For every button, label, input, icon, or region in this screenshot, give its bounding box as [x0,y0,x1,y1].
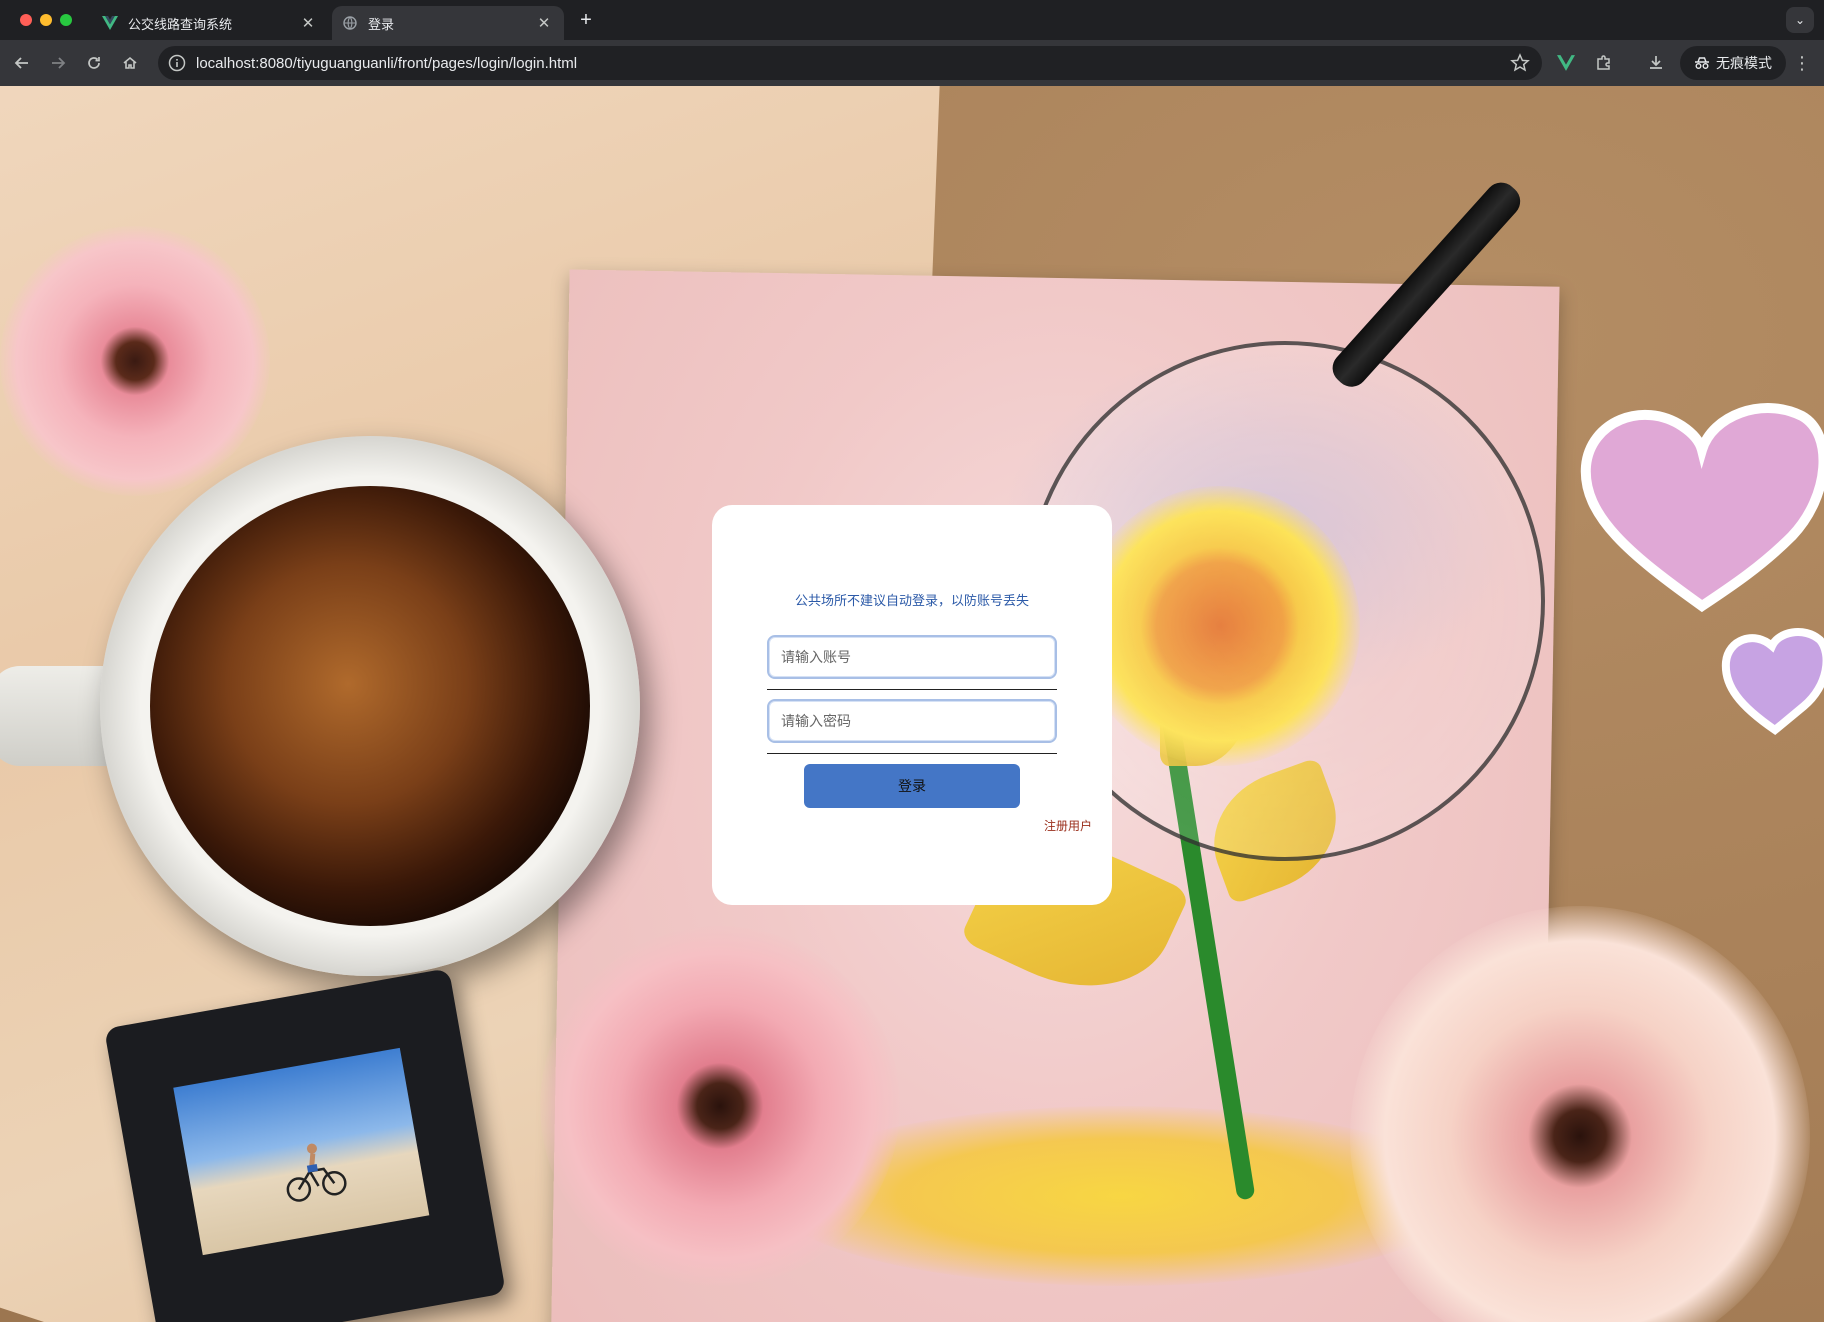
tab-bar: 公交线路查询系统 ✕ 登录 ✕ + ⌄ [0,0,1824,40]
info-icon[interactable] [168,54,186,72]
register-link[interactable]: 注册用户 [1044,817,1092,834]
close-tab-icon[interactable]: ✕ [532,14,556,32]
reload-icon[interactable] [82,51,106,75]
arrow-left-icon[interactable] [10,51,34,75]
tab-label: 登录 [368,16,395,32]
tab-search-icon[interactable]: ⌄ [1786,7,1814,33]
input-underline [767,753,1057,754]
home-icon[interactable] [118,51,142,75]
kebab-menu-icon[interactable]: ⋮ [1792,51,1812,75]
arrow-right-icon[interactable] [46,51,70,75]
login-page-background: 公共场所不建议自动登录，以防账号丢失 登录 注册用户 [0,86,1824,1322]
pink-daisy-decoration [0,226,270,496]
vue-icon [102,15,118,31]
browser-chrome: 公交线路查询系统 ✕ 登录 ✕ + ⌄ localhost:8080/tiyug… [0,0,1824,86]
tab-bus-route[interactable]: 公交线路查询系统 ✕ [92,6,328,40]
login-notice: 公共场所不建议自动登录，以防账号丢失 [794,593,1029,608]
download-icon[interactable] [1644,51,1668,75]
address-bar[interactable]: localhost:8080/tiyuguanguanli/front/page… [158,46,1542,80]
star-icon[interactable] [1510,53,1530,73]
coffee-decoration [150,486,590,926]
new-tab-button[interactable]: + [574,8,598,32]
tab-login[interactable]: 登录 ✕ [332,6,564,40]
password-input[interactable] [767,699,1057,743]
login-button[interactable]: 登录 [804,764,1020,808]
pink-heart-decoration [1580,403,1824,613]
input-underline [767,689,1057,690]
incognito-label: 无痕模式 [1716,55,1772,71]
tab-label: 公交线路查询系统 [128,16,233,32]
incognito-icon [1695,57,1709,69]
url-text: localhost:8080/tiyuguanguanli/front/page… [196,54,578,72]
close-window-button[interactable] [20,14,32,26]
cyclist-figure [286,1143,347,1202]
beach-photo [173,1047,430,1256]
photo-slide-decoration [104,968,506,1322]
puzzle-icon[interactable] [1592,51,1616,75]
maximize-window-button[interactable] [60,14,72,26]
vue-icon[interactable] [1554,51,1578,75]
minimize-window-button[interactable] [40,14,52,26]
username-input[interactable] [767,635,1057,679]
login-card: 公共场所不建议自动登录，以防账号丢失 登录 注册用户 [712,505,1112,905]
purple-heart-decoration [1721,628,1824,736]
globe-icon [342,15,358,31]
incognito-badge[interactable]: 无痕模式 [1680,46,1786,80]
close-tab-icon[interactable]: ✕ [296,14,320,32]
pink-daisy-decoration [540,926,900,1286]
browser-toolbar: localhost:8080/tiyuguanguanli/front/page… [0,40,1824,86]
